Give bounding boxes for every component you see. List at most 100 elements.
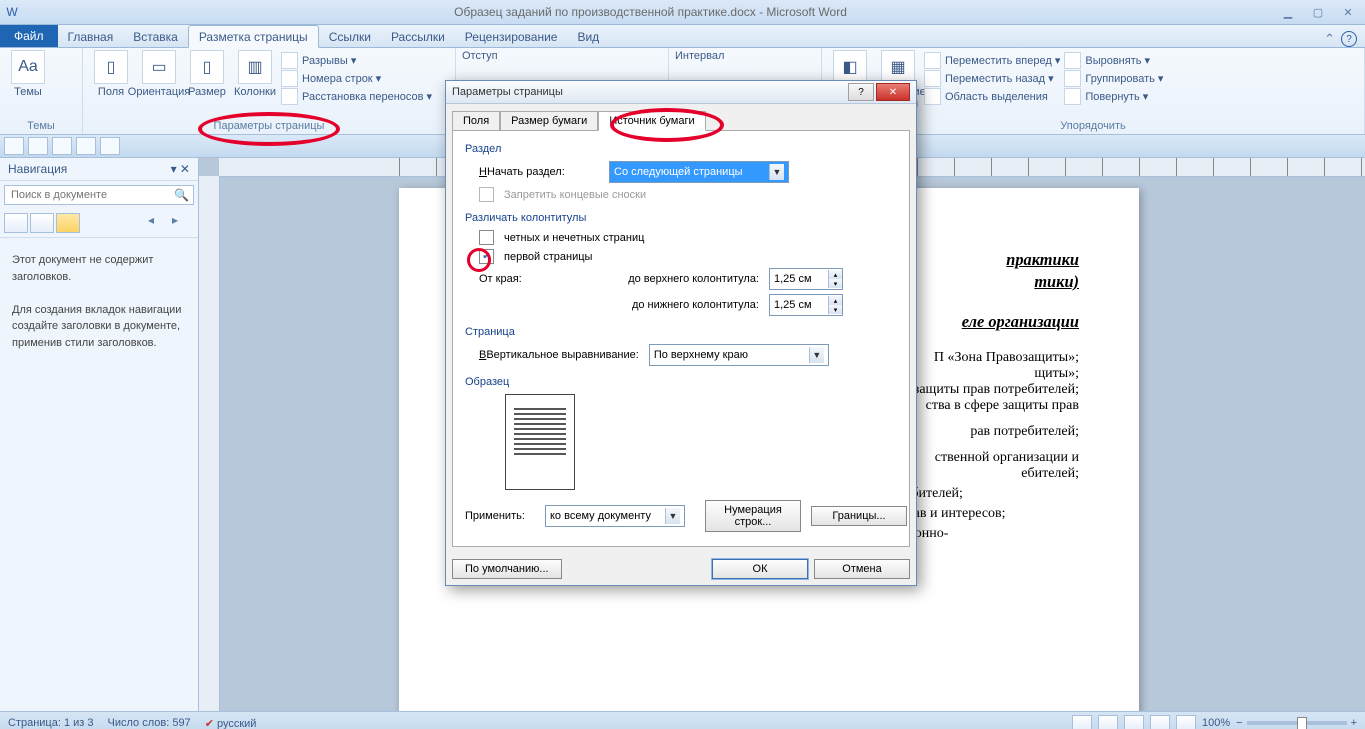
dialog-tab-paper-source[interactable]: Источник бумаги [598,111,705,131]
first-page-label: первой страницы [504,251,592,263]
odd-even-label: четных и нечетных страниц [504,232,644,244]
view-web-icon[interactable] [1124,715,1144,729]
dialog-tab-paper[interactable]: Размер бумаги [500,111,598,131]
group-icon [1064,70,1081,87]
nav-msg-2: Для создания вкладок навигации создайте … [12,302,186,352]
cancel-button[interactable]: Отмена [814,559,910,579]
selection-icon [924,88,941,105]
word-icon: W [0,5,24,19]
borders-button[interactable]: Границы... [811,506,907,526]
nav-close-icon[interactable]: ▾ ✕ [171,162,190,176]
columns-button[interactable]: ▥Колонки [233,50,277,98]
apply-to-combo[interactable]: ко всему документу▼ [545,505,685,527]
dialog-help-button[interactable]: ? [848,83,874,101]
selection-pane-button[interactable]: Область выделения [924,88,1060,105]
zoom-out-icon[interactable]: − [1236,717,1242,729]
page-setup-group-label[interactable]: Параметры страницы [89,118,449,132]
nav-next-icon[interactable]: ▸ [172,213,194,231]
search-input[interactable] [9,188,174,202]
position-icon: ◧ [833,50,867,84]
spin-down-icon[interactable]: ▾ [828,305,842,314]
dialog-tab-fields[interactable]: Поля [452,111,500,131]
margins-button[interactable]: ▯Поля [89,50,133,98]
spin-down-icon[interactable]: ▾ [828,279,842,288]
themes-button[interactable]: AaТемы [6,50,50,98]
qat-redo-icon[interactable] [52,137,72,155]
tab-references[interactable]: Ссылки [319,26,381,47]
minimize-button[interactable]: ▁ [1277,6,1299,19]
valign-combo[interactable]: По верхнему краю▼ [649,344,829,366]
tab-page-layout[interactable]: Разметка страницы [188,25,319,48]
zoom-level[interactable]: 100% [1202,717,1230,729]
ok-button[interactable]: ОК [712,559,808,579]
spin-up-icon[interactable]: ▴ [828,296,842,305]
columns-icon: ▥ [238,50,272,84]
nav-view-headings[interactable] [4,213,28,233]
header-distance-input[interactable]: ▴▾ [769,268,843,290]
suppress-endnotes-checkbox[interactable] [479,187,494,202]
tab-view[interactable]: Вид [567,26,609,47]
zoom-slider[interactable] [1247,721,1347,725]
tab-review[interactable]: Рецензирование [455,26,568,47]
nav-msg-1: Этот документ не содержит заголовков. [12,252,186,285]
page-preview [505,394,575,490]
themes-icon: Aa [11,50,45,84]
bring-forward-button[interactable]: Переместить вперед ▾ [924,52,1060,69]
view-print-layout-icon[interactable] [1072,715,1092,729]
line-numbering-button[interactable]: Нумерация строк... [705,500,801,532]
spacing-label: Интервал [675,50,724,62]
spin-up-icon[interactable]: ▴ [828,270,842,279]
tab-home[interactable]: Главная [58,26,124,47]
qat-new-icon[interactable] [100,137,120,155]
odd-even-checkbox[interactable] [479,230,494,245]
dialog-close-button[interactable]: ✕ [876,83,910,101]
section-start-combo[interactable]: Со следующей страницы▼ [609,161,789,183]
ribbon-minimize-icon[interactable]: ⌃ [1324,31,1335,47]
nav-search[interactable]: 🔍 [4,185,194,205]
orientation-button[interactable]: ▭Ориентация [137,50,181,98]
chevron-down-icon: ▼ [665,508,680,524]
forward-icon [924,52,941,69]
close-button[interactable]: ✕ [1337,6,1359,19]
headers-footers-legend: Различать колонтитулы [465,212,897,224]
qat-open-icon[interactable] [76,137,96,155]
status-lang[interactable]: ✔ русский [205,717,257,729]
first-page-checkbox[interactable]: ✔ [479,249,494,264]
rotate-button[interactable]: Повернуть ▾ [1064,88,1163,105]
footer-distance-input[interactable]: ▴▾ [769,294,843,316]
send-backward-button[interactable]: Переместить назад ▾ [924,70,1060,87]
nav-view-pages[interactable] [30,213,54,233]
nav-prev-icon[interactable]: ◂ [148,213,170,231]
status-page[interactable]: Страница: 1 из 3 [8,717,94,729]
tab-mailings[interactable]: Рассылки [381,26,455,47]
search-icon[interactable]: 🔍 [174,188,189,202]
tab-insert[interactable]: Вставка [123,26,188,47]
ruler-vertical[interactable] [199,176,220,711]
breaks-button[interactable]: Разрывы ▾ [281,52,432,69]
dialog-title: Параметры страницы [452,86,846,98]
maximize-button[interactable]: ▢ [1307,6,1329,19]
status-words[interactable]: Число слов: 597 [108,717,191,729]
view-outline-icon[interactable] [1150,715,1170,729]
group-button[interactable]: Группировать ▾ [1064,70,1163,87]
size-button[interactable]: ▯Размер [185,50,229,98]
line-numbers-icon [281,70,298,87]
nav-view-results[interactable] [56,213,80,233]
tab-file[interactable]: Файл [0,25,58,47]
zoom-in-icon[interactable]: + [1351,717,1357,729]
align-icon [1064,52,1081,69]
line-numbers-button[interactable]: Номера строк ▾ [281,70,432,87]
qat-undo-icon[interactable] [28,137,48,155]
align-button[interactable]: Выровнять ▾ [1064,52,1163,69]
view-draft-icon[interactable] [1176,715,1196,729]
help-icon[interactable]: ? [1341,31,1357,47]
window-title: Образец заданий по производственной прак… [24,5,1277,19]
default-button[interactable]: По умолчанию... [452,559,562,579]
hyphenation-button[interactable]: Расстановка переносов ▾ [281,88,432,105]
view-fullscreen-icon[interactable] [1098,715,1118,729]
page-setup-dialog: Параметры страницы ? ✕ Поля Размер бумаг… [445,80,917,586]
themes-group-label: Темы [6,118,76,132]
breaks-icon [281,52,298,69]
backward-icon [924,70,941,87]
qat-save-icon[interactable] [4,137,24,155]
